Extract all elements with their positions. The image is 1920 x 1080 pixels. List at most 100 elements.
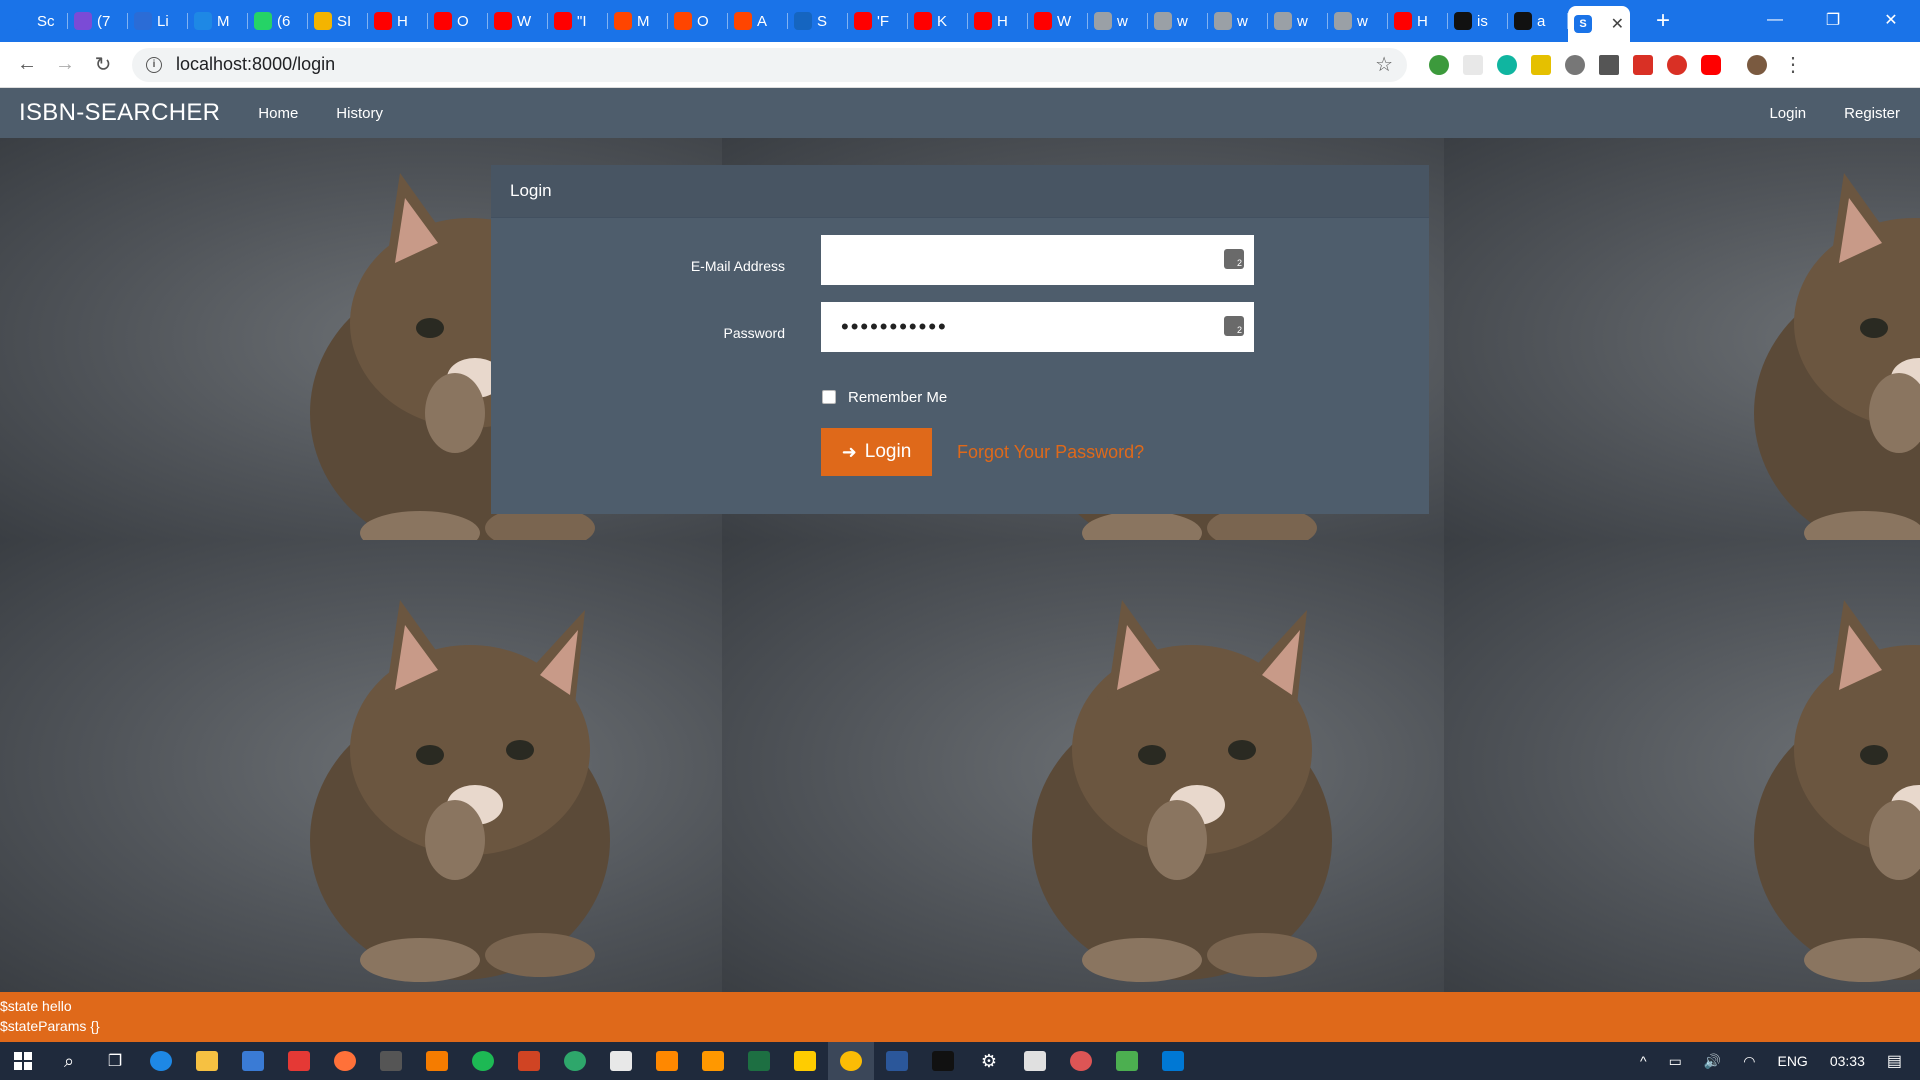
- nav-login-link[interactable]: Login: [1769, 105, 1806, 122]
- terminal-icon[interactable]: [920, 1042, 966, 1080]
- codeblocks-icon[interactable]: [414, 1042, 460, 1080]
- site-brand[interactable]: ISBN-SEARCHER: [19, 99, 220, 127]
- clock[interactable]: 03:33: [1830, 1053, 1865, 1069]
- profile-avatar[interactable]: [1747, 54, 1767, 75]
- info-icon[interactable]: i: [146, 56, 162, 73]
- browser-tab[interactable]: W: [488, 6, 548, 36]
- browser-tab[interactable]: Sc: [8, 6, 68, 36]
- volume-icon[interactable]: 🔊: [1704, 1053, 1721, 1070]
- windows-start-icon[interactable]: [0, 1042, 46, 1080]
- browser-tab[interactable]: O: [428, 6, 488, 36]
- tab-title: a: [1537, 12, 1546, 30]
- excel-icon[interactable]: [736, 1042, 782, 1080]
- restore-button[interactable]: ❐: [1804, 0, 1862, 40]
- password-manager-icon[interactable]: 2: [1224, 249, 1244, 269]
- remember-me-label[interactable]: Remember Me: [848, 389, 947, 406]
- store-icon[interactable]: [230, 1042, 276, 1080]
- extension-puzzle-icon[interactable]: [1531, 54, 1551, 75]
- vscode-icon[interactable]: [1150, 1042, 1196, 1080]
- browser-tab[interactable]: (6: [248, 6, 308, 36]
- java-icon[interactable]: [1012, 1042, 1058, 1080]
- app-red-icon[interactable]: [1058, 1042, 1104, 1080]
- login-button[interactable]: ➜ Login: [821, 428, 932, 476]
- browser-tab[interactable]: w: [1268, 6, 1328, 36]
- browser-tab[interactable]: "I: [548, 6, 608, 36]
- email-field[interactable]: 2: [821, 235, 1254, 285]
- browser-tab[interactable]: (7: [68, 6, 128, 36]
- s-logo-icon: [14, 12, 32, 30]
- extension-calendar-icon[interactable]: [1633, 54, 1653, 75]
- s-logo-icon: S: [1574, 15, 1592, 33]
- globe-icon: [1094, 12, 1112, 30]
- browser-tab[interactable]: w: [1148, 6, 1208, 36]
- powerpoint-icon[interactable]: [506, 1042, 552, 1080]
- bookmark-star-icon[interactable]: ☆: [1375, 52, 1393, 77]
- extension-m-icon[interactable]: [1497, 54, 1517, 75]
- vlc-icon[interactable]: [644, 1042, 690, 1080]
- notifications-icon[interactable]: ▤: [1887, 1051, 1902, 1071]
- browser-tab[interactable]: H: [1388, 6, 1448, 36]
- browser-tab[interactable]: SI: [308, 6, 368, 36]
- browser-tab[interactable]: O: [668, 6, 728, 36]
- password-field[interactable]: ••••••••••• 2: [821, 302, 1254, 352]
- close-window-button[interactable]: ✕: [1862, 0, 1920, 40]
- browser-tab[interactable]: W: [1028, 6, 1088, 36]
- browser-tab[interactable]: w: [1328, 6, 1388, 36]
- word-icon[interactable]: [874, 1042, 920, 1080]
- file-explorer-icon[interactable]: [184, 1042, 230, 1080]
- browser-tab[interactable]: w: [1208, 6, 1268, 36]
- edge-icon[interactable]: [138, 1042, 184, 1080]
- nav-history-link[interactable]: History: [336, 105, 383, 122]
- extension-pdf-icon[interactable]: [1463, 54, 1483, 75]
- url-text[interactable]: localhost:8000/login: [176, 54, 335, 75]
- extension-globe-icon[interactable]: [1429, 54, 1449, 75]
- new-tab-button[interactable]: +: [1648, 7, 1678, 35]
- task-view-icon[interactable]: ❐: [92, 1042, 138, 1080]
- search-icon[interactable]: ⌕: [46, 1042, 92, 1080]
- browser-tab[interactable]: 'F: [848, 6, 908, 36]
- language-indicator[interactable]: ENG: [1777, 1053, 1807, 1069]
- extension-ghost-icon[interactable]: [1667, 54, 1687, 75]
- firefox-icon[interactable]: [322, 1042, 368, 1080]
- browser-tab[interactable]: w: [1088, 6, 1148, 36]
- browser-tab[interactable]: is: [1448, 6, 1508, 36]
- browser-tab[interactable]: Li: [128, 6, 188, 36]
- sublime-icon[interactable]: [690, 1042, 736, 1080]
- media-icon[interactable]: [552, 1042, 598, 1080]
- app-green-icon[interactable]: [1104, 1042, 1150, 1080]
- browser-tab[interactable]: S: [788, 6, 848, 36]
- password-manager-icon[interactable]: 2: [1224, 316, 1244, 336]
- browser-tab[interactable]: A: [728, 6, 788, 36]
- extension-a-icon[interactable]: [1599, 54, 1619, 75]
- close-icon[interactable]: ✕: [1611, 14, 1624, 34]
- nav-register-link[interactable]: Register: [1844, 105, 1900, 122]
- extension-youtube-icon[interactable]: [1701, 54, 1721, 75]
- forgot-password-link[interactable]: Forgot Your Password?: [957, 442, 1144, 463]
- omnibox[interactable]: i localhost:8000/login ☆: [132, 47, 1407, 82]
- browser-tab[interactable]: M: [188, 6, 248, 36]
- controller-icon[interactable]: [368, 1042, 414, 1080]
- reload-button[interactable]: ↻: [84, 52, 122, 77]
- browser-tab[interactable]: K: [908, 6, 968, 36]
- remember-me-checkbox[interactable]: [822, 390, 836, 404]
- chevron-up-icon[interactable]: ^: [1640, 1053, 1647, 1069]
- spotify-icon[interactable]: [460, 1042, 506, 1080]
- back-button[interactable]: ←: [8, 53, 46, 76]
- extension-brain-icon[interactable]: [1565, 54, 1585, 75]
- forward-button[interactable]: →: [46, 53, 84, 76]
- app-yellow-icon[interactable]: [782, 1042, 828, 1080]
- browser-tab[interactable]: H: [368, 6, 428, 36]
- battery-icon[interactable]: ▭: [1669, 1053, 1682, 1070]
- browser-tab[interactable]: a: [1508, 6, 1568, 36]
- nav-home-link[interactable]: Home: [258, 105, 298, 122]
- chrome-icon[interactable]: [828, 1042, 874, 1080]
- active-tab[interactable]: S ✕: [1568, 6, 1630, 42]
- browser-menu-icon[interactable]: ⋮: [1783, 52, 1803, 77]
- wifi-icon[interactable]: ◠: [1743, 1053, 1755, 1070]
- settings-gear-icon[interactable]: ⚙: [966, 1042, 1012, 1080]
- minimize-button[interactable]: —: [1746, 0, 1804, 40]
- gift-icon[interactable]: [276, 1042, 322, 1080]
- browser-tab[interactable]: M: [608, 6, 668, 36]
- mail-icon[interactable]: [598, 1042, 644, 1080]
- browser-tab[interactable]: H: [968, 6, 1028, 36]
